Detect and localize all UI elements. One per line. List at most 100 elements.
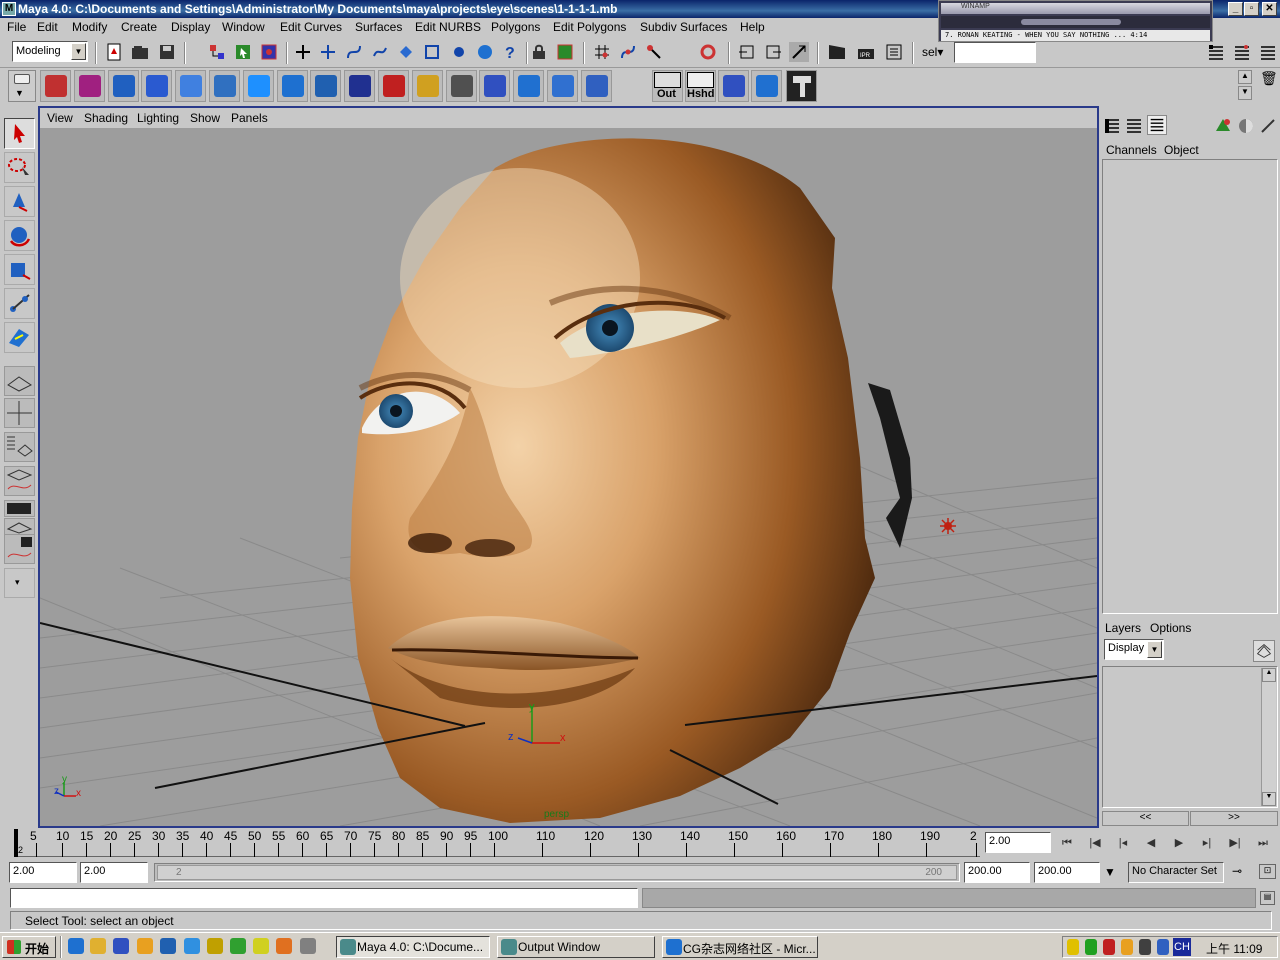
show-layer-editor-icon[interactable] xyxy=(1125,117,1143,135)
manipulator-tool-button[interactable] xyxy=(4,288,35,319)
task-output-window[interactable]: Output Window xyxy=(497,936,655,958)
minimize-button[interactable]: _ xyxy=(1228,2,1243,16)
select-by-deformer-icon[interactable] xyxy=(396,42,416,62)
shelf-tool-10-icon[interactable] xyxy=(344,70,376,102)
menu-surfaces[interactable]: Surfaces xyxy=(355,20,402,34)
shelf-texture-icon[interactable] xyxy=(751,70,782,102)
animation-preferences-icon[interactable]: ⊡ xyxy=(1259,864,1276,879)
save-scene-icon[interactable] xyxy=(157,42,177,62)
menu-edit-curves[interactable]: Edit Curves xyxy=(280,20,342,34)
open-scene-icon[interactable] xyxy=(130,42,150,62)
select-by-joint-icon[interactable] xyxy=(318,42,338,62)
script-editor-icon[interactable]: ▤ xyxy=(1260,891,1275,905)
layers-menu[interactable]: Layers xyxy=(1105,621,1141,635)
chevron-down-icon[interactable]: ▼ xyxy=(1104,865,1116,879)
shelf-hardware-shade-button[interactable]: Hshd xyxy=(685,70,716,102)
step-back-key-button[interactable]: |◂ xyxy=(1113,833,1133,853)
menu-edit[interactable]: Edit xyxy=(37,20,58,34)
end-time-field[interactable]: 200.00 xyxy=(1034,862,1100,883)
shelf-tool-4-icon[interactable] xyxy=(141,70,173,102)
shelf-tool-3-icon[interactable] xyxy=(107,70,139,102)
select-by-surface-icon[interactable] xyxy=(370,42,390,62)
app-icon[interactable] xyxy=(230,938,246,954)
layers-scroll-right[interactable]: >> xyxy=(1190,811,1278,826)
persp-outliner-layout-icon[interactable] xyxy=(4,432,35,462)
menu-modify[interactable]: Modify xyxy=(72,20,107,34)
snap-to-point-icon[interactable] xyxy=(644,42,664,62)
four-view-layout-icon[interactable] xyxy=(4,398,35,428)
antivirus-icon[interactable] xyxy=(1103,939,1115,955)
menu-window[interactable]: Window xyxy=(222,20,265,34)
network-icon[interactable] xyxy=(1139,939,1151,955)
shelf-tool-12-icon[interactable] xyxy=(411,70,443,102)
highlight-selection-icon[interactable] xyxy=(555,42,575,62)
shelf-tool-16-icon[interactable] xyxy=(547,70,578,102)
shelf-scroll-down[interactable]: ▼ xyxy=(1238,86,1252,100)
language-indicator[interactable]: CH xyxy=(1173,938,1191,956)
shelf-tool-1-icon[interactable] xyxy=(40,70,71,102)
trash-icon[interactable]: 🗑 xyxy=(1260,70,1278,87)
vp-menu-shading[interactable]: Shading xyxy=(84,111,128,125)
scene-render[interactable]: y x z y x z persp xyxy=(40,128,1097,826)
mel-input[interactable] xyxy=(10,888,638,908)
range-bar[interactable]: 2 200 xyxy=(154,863,960,882)
mode-selector[interactable]: Modeling ▼ xyxy=(12,41,88,62)
snap-to-grid-icon[interactable] xyxy=(592,42,612,62)
qq-icon[interactable] xyxy=(137,938,153,954)
current-frame-field[interactable]: 2.00 xyxy=(985,832,1051,853)
shelf-tool-14-icon[interactable] xyxy=(479,70,511,102)
qq-tray-icon[interactable] xyxy=(1121,939,1133,955)
tool-icon[interactable] xyxy=(300,938,316,954)
lasso-tool-button[interactable] xyxy=(4,152,35,183)
range-handle[interactable]: 2 200 xyxy=(157,865,957,880)
menu-help[interactable]: Help xyxy=(740,20,765,34)
menu-edit-polygons[interactable]: Edit Polygons xyxy=(553,20,626,34)
channel-box-icon[interactable] xyxy=(1258,42,1278,62)
scale-tool-button[interactable] xyxy=(4,254,35,285)
vp-menu-panels[interactable]: Panels xyxy=(231,111,268,125)
select-tool-button[interactable] xyxy=(4,118,35,149)
ipr-render-icon[interactable]: IPR xyxy=(856,42,876,62)
quick-selection-label[interactable]: sel▾ xyxy=(922,45,943,59)
shelf-tool-5-icon[interactable] xyxy=(175,70,207,102)
shelf-tool-13-icon[interactable] xyxy=(445,70,477,102)
chevron-down-icon[interactable]: ▼ xyxy=(71,43,86,60)
messenger-icon[interactable] xyxy=(184,938,200,954)
close-button[interactable]: ✕ xyxy=(1262,2,1277,16)
start-button[interactable]: 开始 xyxy=(2,936,56,958)
menu-polygons[interactable]: Polygons xyxy=(491,20,540,34)
toolbox-more-button[interactable]: ▾ xyxy=(4,568,35,598)
layers-list[interactable]: ▲ ▼ xyxy=(1102,666,1278,808)
show-channel-box-icon[interactable] xyxy=(1103,117,1121,135)
last-tool-button[interactable] xyxy=(4,322,35,353)
layers-scroll-left[interactable]: << xyxy=(1102,811,1189,826)
play-forwards-button[interactable]: ▶ xyxy=(1169,833,1189,853)
object-menu[interactable]: Object xyxy=(1164,143,1199,157)
task-browser[interactable]: CG杂志网络社区 - Micr... xyxy=(662,936,818,958)
move-tool-button[interactable] xyxy=(4,186,35,217)
character-set-field[interactable]: No Character Set xyxy=(1128,862,1224,883)
scroll-up-arrow[interactable]: ▲ xyxy=(1262,668,1276,682)
tray-icon[interactable] xyxy=(1157,939,1169,955)
menu-display[interactable]: Display xyxy=(171,20,210,34)
media-icon[interactable] xyxy=(160,938,176,954)
help-icon[interactable]: ? xyxy=(500,42,520,62)
shelf-menu-button[interactable]: ▼ xyxy=(8,70,36,102)
select-misc-icon[interactable] xyxy=(475,42,495,62)
hypershade-layout-icon[interactable] xyxy=(4,500,35,517)
persp-graph-layout-icon[interactable] xyxy=(4,466,35,496)
output-connections-icon[interactable] xyxy=(763,42,783,62)
player-icon[interactable] xyxy=(253,938,269,954)
light-icon[interactable] xyxy=(940,518,956,534)
folder-icon[interactable] xyxy=(90,938,106,954)
shelf-tool-8-icon[interactable] xyxy=(276,70,308,102)
persp-hypershade-layout-icon[interactable] xyxy=(4,518,35,535)
step-forward-key-button[interactable]: ▸| xyxy=(1197,833,1217,853)
desktop-icon[interactable] xyxy=(113,938,129,954)
input-connections-icon[interactable] xyxy=(737,42,757,62)
vp-menu-lighting[interactable]: Lighting xyxy=(137,111,179,125)
select-by-curve-icon[interactable] xyxy=(344,42,364,62)
shelf-tool-17-icon[interactable] xyxy=(580,70,612,102)
select-component-icon[interactable] xyxy=(259,42,279,62)
play-backwards-button[interactable]: ◀ xyxy=(1141,833,1161,853)
